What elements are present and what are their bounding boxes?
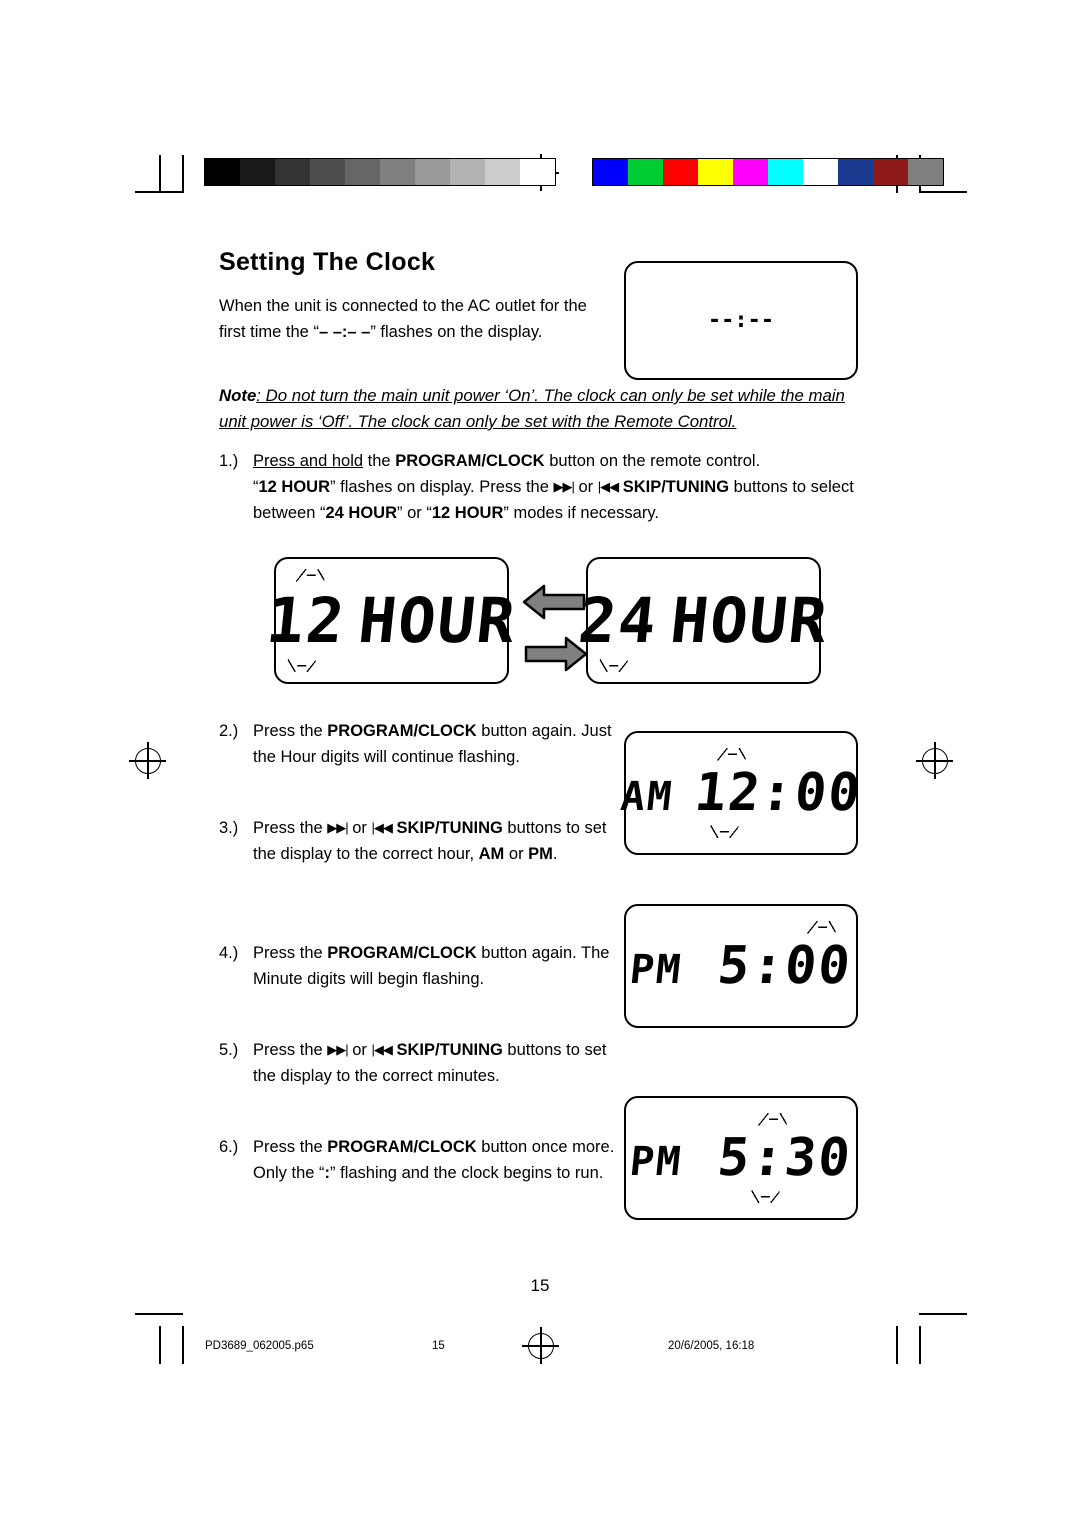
registration-mark-bottom xyxy=(522,1327,559,1364)
step-2: 2.) Press the PROGRAM/CLOCK button again… xyxy=(219,718,619,770)
grayscale-swatch-0 xyxy=(205,159,240,185)
step-1-number: 1.) xyxy=(219,452,239,470)
lcd-display-pm-530: PM 5:30 xyxy=(624,1096,858,1220)
step-3-body: Press the ▶▶| or |◀◀ SKIP/TUNING buttons… xyxy=(253,819,607,863)
grayscale-swatch-8 xyxy=(485,159,520,185)
crop-mark-br-h xyxy=(919,1313,967,1315)
registration-mark-left xyxy=(129,742,166,779)
crop-mark-tl-h xyxy=(135,191,183,193)
crop-mark-br-v2 xyxy=(896,1326,898,1364)
lcd-24hour-word: HOUR xyxy=(667,584,833,657)
lcd-display-12hour: 12 HOUR xyxy=(263,557,520,684)
step-1-body: Press and hold the PROGRAM/CLOCK button … xyxy=(253,452,854,522)
crop-mark-tr-h xyxy=(919,191,967,193)
color-swatch-6 xyxy=(803,159,838,185)
color-swatch-9 xyxy=(908,159,943,185)
step-4-number: 4.) xyxy=(219,944,239,962)
step-4-body: Press the PROGRAM/CLOCK button again. Th… xyxy=(253,944,610,988)
crop-mark-tl-v2 xyxy=(182,155,184,193)
step-5: 5.) Press the ▶▶| or |◀◀ SKIP/TUNING but… xyxy=(219,1037,619,1089)
step-3-number: 3.) xyxy=(219,819,239,837)
lcd-24hour-content: 24 HOUR xyxy=(575,584,833,657)
crop-mark-bl-v xyxy=(159,1326,161,1364)
lcd-pm530-minute: 30 xyxy=(781,1128,855,1188)
crop-mark-bl-v2 xyxy=(182,1326,184,1364)
lcd-dashes-text: --:-- xyxy=(707,308,775,333)
step-3: 3.) Press the ▶▶| or |◀◀ SKIP/TUNING but… xyxy=(219,815,619,867)
step-6: 6.) Press the PROGRAM/CLOCK button once … xyxy=(219,1134,619,1186)
lcd-12hour-word: HOUR xyxy=(355,584,521,657)
crop-mark-bl-h xyxy=(135,1313,183,1315)
step-1: 1.) Press and hold the PROGRAM/CLOCK but… xyxy=(219,448,869,526)
lcd-display-am-1200: AM 12:00 xyxy=(618,731,865,855)
lcd-pm530-meridiem: PM xyxy=(627,1139,685,1185)
color-swatch-5 xyxy=(768,159,803,185)
note-paragraph: Note: Do not turn the main unit power ‘O… xyxy=(219,386,845,431)
footer-timestamp: 20/6/2005, 16:18 xyxy=(668,1340,755,1352)
lcd-am1200-meridiem: AM xyxy=(618,774,676,820)
color-swatch-4 xyxy=(733,159,768,185)
lcd-display-24hour: 24 HOUR xyxy=(575,557,832,684)
lcd-pm500-meridiem: PM xyxy=(627,947,685,993)
grayscale-swatch-5 xyxy=(380,159,415,185)
color-swatch-3 xyxy=(698,159,733,185)
crop-mark-br-v xyxy=(919,1326,921,1364)
page-number: 15 xyxy=(530,1276,550,1295)
grayscale-swatch-3 xyxy=(310,159,345,185)
grayscale-calibration-strip xyxy=(204,158,556,186)
lcd-am1200-hour: 12 xyxy=(691,763,765,823)
lcd-display-dashes: --:-- xyxy=(624,261,858,380)
intro-paragraph: When the unit is connected to the AC out… xyxy=(219,297,587,341)
arrow-left-icon xyxy=(522,584,586,620)
step-2-number: 2.) xyxy=(219,722,239,740)
page-title: Setting The Clock xyxy=(219,248,436,276)
step-4: 4.) Press the PROGRAM/CLOCK button again… xyxy=(219,940,619,992)
step-6-number: 6.) xyxy=(219,1138,239,1156)
grayscale-swatch-9 xyxy=(520,159,555,185)
color-calibration-strip xyxy=(592,158,944,186)
lcd-display-pm-500: PM 5:00 xyxy=(624,904,858,1028)
crop-mark-tl-v xyxy=(159,155,161,193)
grayscale-swatch-1 xyxy=(240,159,275,185)
note-label: Note xyxy=(219,386,257,405)
color-swatch-8 xyxy=(873,159,908,185)
step-5-body: Press the ▶▶| or |◀◀ SKIP/TUNING buttons… xyxy=(253,1041,607,1085)
color-swatch-2 xyxy=(663,159,698,185)
grayscale-swatch-7 xyxy=(450,159,485,185)
registration-mark-right xyxy=(916,742,953,779)
color-swatch-7 xyxy=(838,159,873,185)
step-6-body: Press the PROGRAM/CLOCK button once more… xyxy=(253,1138,615,1182)
lcd-12hour-content: 12 HOUR xyxy=(263,584,521,657)
lcd-am1200-minute: 00 xyxy=(791,763,865,823)
lcd-pm500-content: PM 5:00 xyxy=(627,936,855,996)
lcd-am1200-content: AM 12:00 xyxy=(618,763,865,823)
lcd-pm530-content: PM 5:30 xyxy=(627,1128,855,1188)
grayscale-swatch-6 xyxy=(415,159,450,185)
footer-file-name: PD3689_062005.p65 xyxy=(205,1340,314,1352)
step-5-number: 5.) xyxy=(219,1041,239,1059)
grayscale-swatch-4 xyxy=(345,159,380,185)
lcd-pm500-minute: 00 xyxy=(781,936,855,996)
color-swatch-0 xyxy=(593,159,628,185)
lcd-24hour-digits: 24 xyxy=(574,584,662,657)
step-2-body: Press the PROGRAM/CLOCK button again. Ju… xyxy=(253,722,612,766)
footer-page-number: 15 xyxy=(432,1340,445,1352)
color-swatch-1 xyxy=(628,159,663,185)
lcd-12hour-digits: 12 xyxy=(262,584,350,657)
grayscale-swatch-2 xyxy=(275,159,310,185)
